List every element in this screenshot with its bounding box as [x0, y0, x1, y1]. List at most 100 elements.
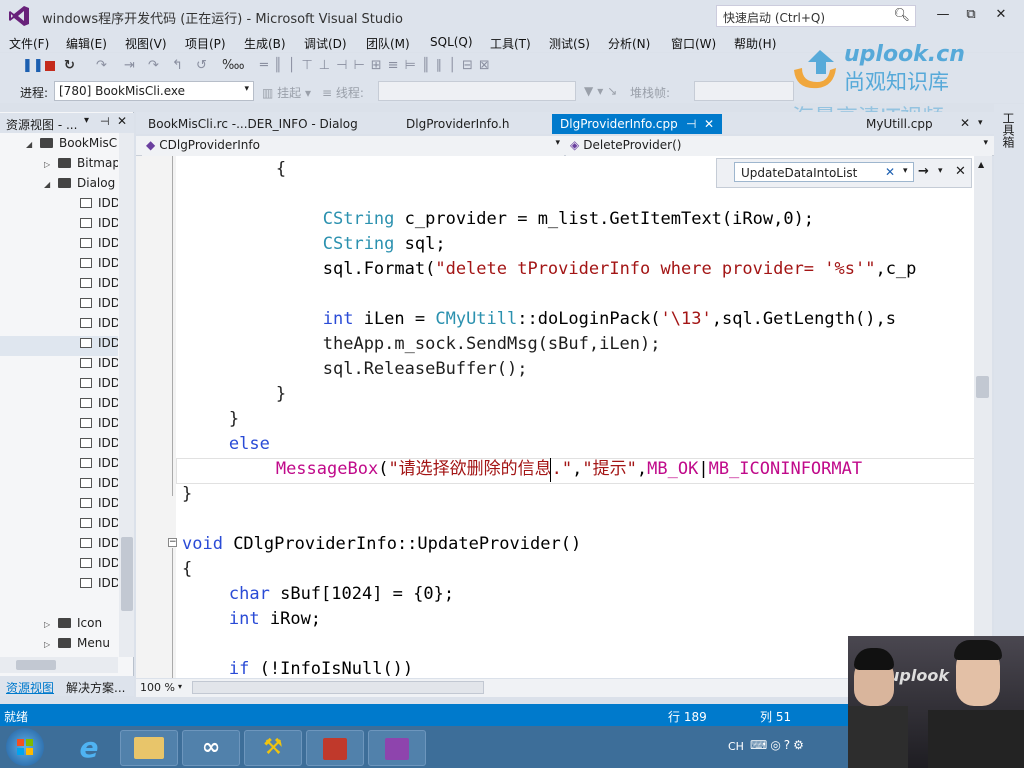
menu-view[interactable]: 视图(V) [125, 35, 167, 52]
tab-myutill[interactable]: MyUtill.cpp [858, 114, 941, 134]
chevron-down-icon[interactable]: ▾ [84, 115, 89, 126]
tree-item-dialog-resource[interactable]: IDD [0, 416, 118, 436]
zoom-level[interactable]: 100 % [140, 681, 175, 694]
tree-item-dialog-resource[interactable]: IDD [0, 496, 118, 516]
menu-tools[interactable]: 工具(T) [490, 35, 531, 52]
tree-item-dialog-resource[interactable]: IDD [0, 396, 118, 416]
step-into-icon[interactable]: ⇥ [124, 58, 135, 73]
close-icon[interactable]: ✕ [117, 114, 127, 128]
input-language[interactable]: CH [728, 740, 744, 753]
hex-display-icon[interactable]: ‱ [222, 58, 245, 73]
tree-item-dialog-resource[interactable]: IDD [0, 476, 118, 496]
restart-icon[interactable]: ↻ [64, 58, 75, 73]
tree-item-icon[interactable]: ▷ Icon [0, 616, 118, 636]
chevron-down-icon[interactable]: ▾ [938, 166, 943, 176]
find-input[interactable]: UpdateDataIntoList ✕ ▾ [734, 162, 914, 182]
tree-item-dialog-resource[interactable]: IDD [0, 356, 118, 376]
tree-root[interactable]: ◢ BookMisC [0, 136, 118, 156]
tree-item-dialog-resource[interactable]: IDD [0, 336, 118, 356]
find-next-icon[interactable]: → [918, 164, 929, 179]
close-button[interactable]: ✕ [990, 5, 1012, 25]
chevron-down-icon[interactable]: ▾ [978, 118, 983, 128]
stop-debugging-icon[interactable] [45, 61, 55, 71]
tree-item-dialog-resource[interactable]: IDD [0, 456, 118, 476]
menu-help[interactable]: 帮助(H) [734, 35, 776, 52]
stack-frame-dropdown[interactable] [694, 81, 794, 101]
step-out-icon[interactable]: ↰ [172, 58, 183, 73]
tree-item-dialog-resource[interactable]: IDD [0, 436, 118, 456]
menu-team[interactable]: 团队(M) [366, 35, 410, 52]
tree-item-dialog-resource[interactable]: IDD [0, 216, 118, 236]
editor-vscrollbar[interactable] [974, 156, 992, 678]
file-explorer-taskbar-button[interactable] [120, 730, 178, 766]
find-close-icon[interactable]: ✕ [955, 164, 966, 179]
tab-active-cpp[interactable]: DlgProviderInfo.cpp ⊣ ✕ [552, 114, 722, 134]
menu-test[interactable]: 测试(S) [549, 35, 590, 52]
thread-dropdown[interactable] [378, 81, 576, 101]
tree-item-dialog-resource[interactable]: IDD [0, 556, 118, 576]
tab-header-file[interactable]: DlgProviderInfo.h [398, 114, 518, 134]
filter-icons[interactable]: ▼▾↘ [584, 84, 621, 98]
refresh-icon[interactable]: ↺ [196, 58, 207, 73]
pin-icon[interactable]: ⊣ [100, 115, 110, 128]
code-token: MB_ICONINFORMAT [708, 459, 863, 479]
menu-debug[interactable]: 调试(D) [304, 35, 347, 52]
pin-icon[interactable]: ⊣ [686, 117, 696, 131]
menu-build[interactable]: 生成(B) [244, 35, 286, 52]
close-icon[interactable]: ✕ [704, 117, 714, 131]
tree-item-dialog-resource[interactable]: IDD [0, 516, 118, 536]
method-scope-dropdown[interactable]: ◈ DeleteProvider() ▾ [566, 136, 992, 156]
scroll-up-icon[interactable]: ▲ [978, 160, 984, 169]
find-options-icon[interactable]: ▾ [903, 166, 908, 176]
menu-edit[interactable]: 编辑(E) [66, 35, 107, 52]
code-token: ::doLoginPack( [517, 309, 661, 329]
visual-studio-taskbar-button[interactable]: ∞ [182, 730, 240, 766]
tree-item-dialog-resource[interactable]: IDD [0, 196, 118, 216]
tree-item-dialog-resource[interactable]: IDD [0, 376, 118, 396]
start-button[interactable] [6, 728, 44, 766]
collapse-icon[interactable]: − [168, 538, 177, 547]
clear-find-icon[interactable]: ✕ [885, 165, 895, 179]
tree-item-dialog-resource[interactable]: IDD [0, 576, 118, 596]
menu-file[interactable]: 文件(F) [9, 35, 49, 52]
toolbox-tab[interactable]: 工具箱 [1000, 112, 1017, 148]
menu-window[interactable]: 窗口(W) [671, 35, 716, 52]
tree-item-dialog-resource[interactable]: IDD [0, 276, 118, 296]
restore-button[interactable]: ⧉ [960, 5, 982, 25]
chevron-down-icon[interactable]: ▾ [178, 682, 182, 691]
tree-item-dialog-resource[interactable]: IDD [0, 296, 118, 316]
menu-project[interactable]: 项目(P) [185, 35, 226, 52]
show-next-statement-icon[interactable]: ↷ [96, 58, 107, 73]
break-all-icon[interactable]: ❚❚ [22, 58, 44, 73]
tree-item-dialog-resource[interactable]: IDD [0, 236, 118, 256]
tools-taskbar-button[interactable]: ⚒ [244, 730, 302, 766]
tab-solution[interactable]: 解决方案... [66, 679, 125, 696]
webcam-logo: uplook [888, 666, 949, 685]
internet-explorer-icon[interactable]: e [72, 732, 106, 764]
editor-vscroll-thumb[interactable] [976, 376, 989, 398]
tree-item-menu[interactable]: ▷ Menu [0, 636, 118, 656]
editor-hscrollbar[interactable] [192, 681, 484, 694]
menu-analyze[interactable]: 分析(N) [608, 35, 650, 52]
process-dropdown[interactable]: [780] BookMisCli.exe ▾ [54, 81, 254, 101]
minimize-button[interactable]: — [932, 5, 954, 25]
resource-view-vscroll-thumb[interactable] [121, 537, 133, 611]
tab-rc-dialog[interactable]: BookMisCli.rc -...DER_INFO - Dialog [140, 114, 366, 134]
tree-item-dialog[interactable]: ◢ Dialog [0, 176, 118, 196]
resource-view-hscrollbar[interactable] [0, 657, 118, 673]
tree-item-dialog-resource[interactable]: IDD [0, 536, 118, 556]
tab-resource-view[interactable]: 资源视图 [6, 679, 54, 696]
close-icon[interactable]: ✕ [960, 116, 970, 130]
tree-item-bitmap[interactable]: ▷ Bitmap [0, 156, 118, 176]
tray-icons[interactable]: ⌨◎?⚙ [750, 738, 807, 752]
suspend-button[interactable]: ▥ 挂起 ▾ [262, 84, 311, 101]
menu-sql[interactable]: SQL(Q) [430, 35, 473, 49]
step-over-icon[interactable]: ↷ [148, 58, 159, 73]
class-scope-dropdown[interactable]: ◆ CDlgProviderInfo ▾ [142, 136, 564, 156]
app-taskbar-button[interactable] [306, 730, 364, 766]
layout-tools-icons[interactable]: ═║│⊤⊥⊣⊢⊞≡⊨║∥│⊟⊠ [260, 58, 496, 73]
quick-launch-input[interactable]: 快速启动 (Ctrl+Q) 🔍︎ [716, 5, 916, 27]
tree-item-dialog-resource[interactable]: IDD [0, 316, 118, 336]
tree-item-dialog-resource[interactable]: IDD [0, 256, 118, 276]
installer-taskbar-button[interactable] [368, 730, 426, 766]
